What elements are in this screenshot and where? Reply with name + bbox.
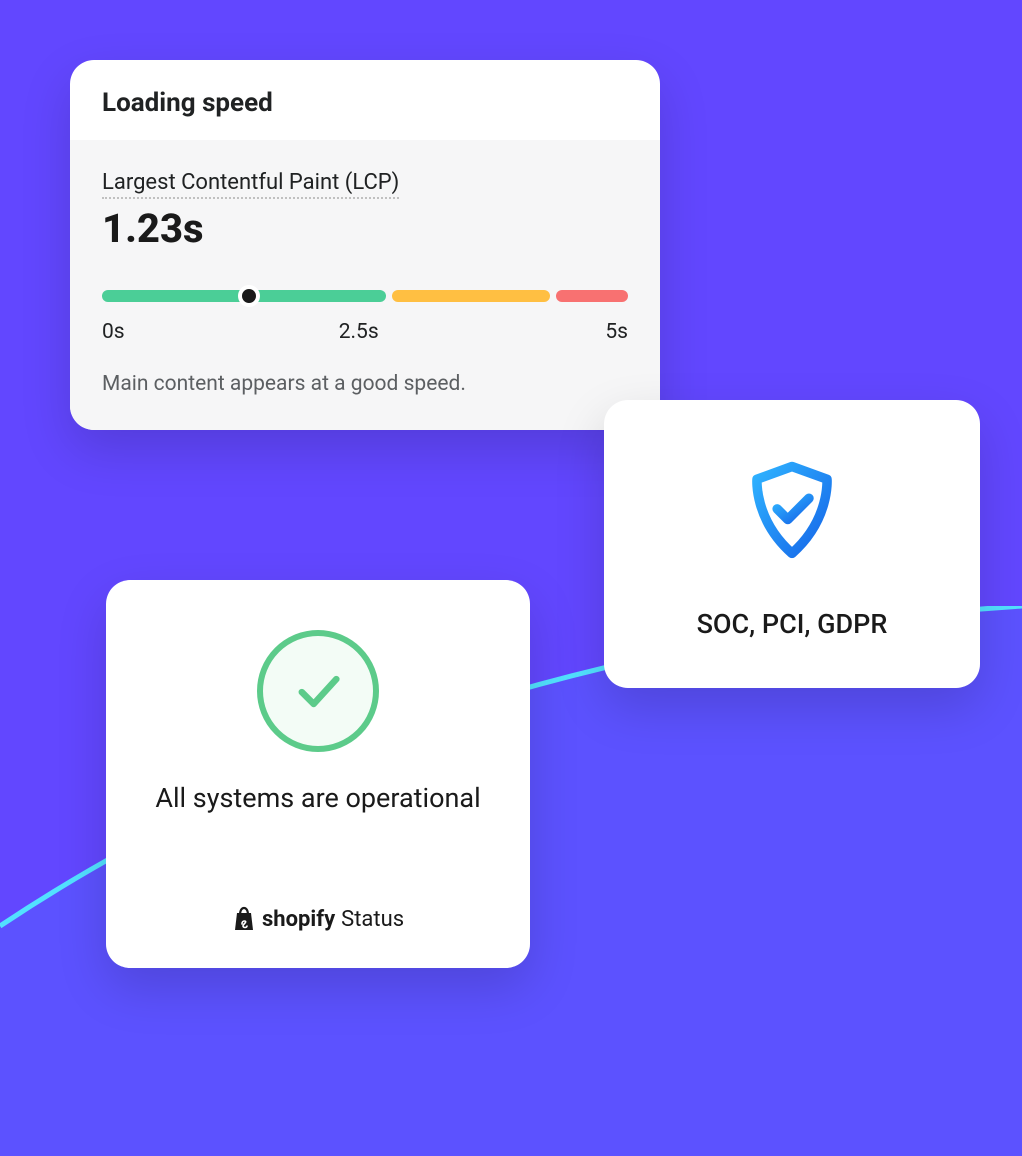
speed-indicator-bar bbox=[102, 290, 628, 302]
lcp-metric-label: Largest Contentful Paint (LCP) bbox=[102, 170, 399, 199]
brand-name: shopify bbox=[262, 907, 335, 932]
compliance-label: SOC, PCI, GDPR bbox=[634, 608, 950, 640]
speed-scale: 0s 2.5s 5s bbox=[102, 320, 628, 344]
speed-segment-poor bbox=[556, 290, 628, 302]
status-brand-row: shopify Status bbox=[136, 906, 500, 932]
status-card: All systems are operational shopify Stat… bbox=[106, 580, 530, 968]
loading-speed-header: Loading speed bbox=[70, 60, 660, 140]
shield-check-icon bbox=[739, 458, 845, 564]
scale-max-label: 5s bbox=[605, 320, 628, 344]
scale-min-label: 0s bbox=[102, 320, 125, 344]
compliance-card: SOC, PCI, GDPR bbox=[604, 400, 980, 688]
loading-speed-body: Largest Contentful Paint (LCP) 1.23s 0s … bbox=[70, 140, 660, 430]
speed-segment-medium bbox=[392, 290, 550, 302]
checkmark-icon bbox=[291, 664, 345, 718]
brand-suffix: Status bbox=[341, 907, 404, 932]
card-title: Loading speed bbox=[102, 88, 628, 118]
scale-mid-label: 2.5s bbox=[339, 320, 379, 344]
loading-speed-card: Loading speed Largest Contentful Paint (… bbox=[70, 60, 660, 430]
status-message: All systems are operational bbox=[136, 780, 500, 816]
status-check-circle bbox=[257, 630, 379, 752]
shopify-bag-icon bbox=[232, 906, 256, 932]
lcp-metric-value: 1.23s bbox=[102, 205, 628, 252]
speed-description: Main content appears at a good speed. bbox=[102, 372, 628, 396]
speed-marker bbox=[238, 285, 260, 307]
